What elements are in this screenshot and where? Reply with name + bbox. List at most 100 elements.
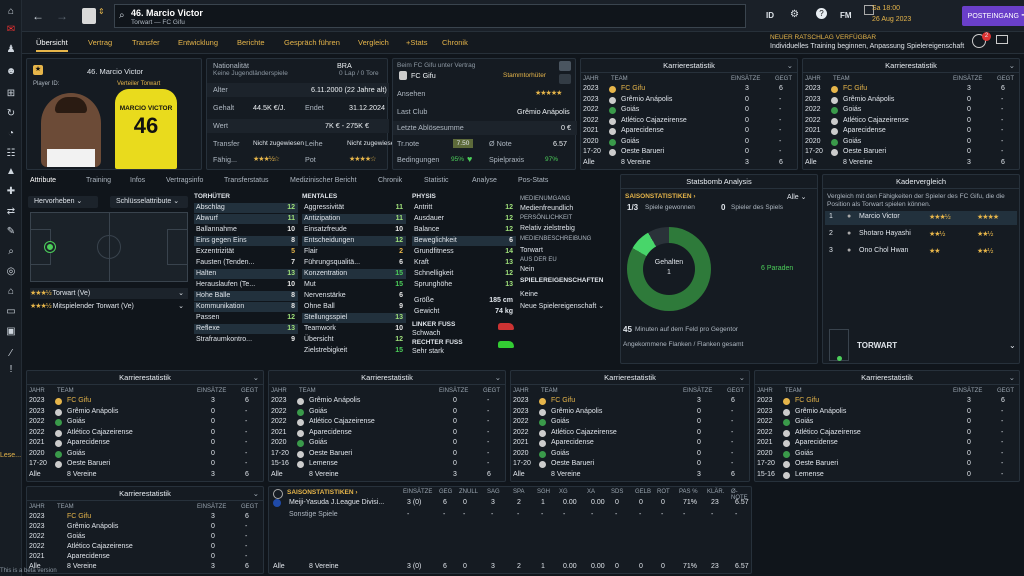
career-team[interactable]: Aparecidense [551, 439, 594, 446]
position-row-2[interactable]: ★★★½ Mitspielender Torwart (Ve) ⌄ [30, 301, 188, 312]
stadium-icon[interactable]: ▭ [5, 306, 17, 318]
season-stats-link[interactable]: SAISONSTATISTIKEN › [625, 193, 696, 200]
nav-talk[interactable]: Gespräch führen [284, 38, 340, 47]
career-team[interactable]: Oeste Barueri [67, 460, 110, 467]
career-team[interactable]: Goiás [843, 138, 861, 145]
career-team[interactable]: Aparecidense [309, 429, 352, 436]
read-link[interactable]: Lese... [0, 452, 21, 459]
squad-player-name[interactable]: Ono Chol Hwan [859, 247, 908, 254]
career-team[interactable]: Atlético Cajazeirense [67, 543, 133, 550]
highlight-dropdown[interactable]: Hervorheben ⌄ [28, 196, 98, 208]
squad-row[interactable]: 2 ● Shotaro Hayashi ★★½ ★★½ [825, 228, 1017, 242]
scouting-icon[interactable]: ▲ [5, 166, 17, 178]
staff-icon[interactable]: ☻ [5, 66, 17, 78]
career-team[interactable]: Aparecidense [795, 439, 838, 446]
forward-arrow-icon[interactable]: → [56, 9, 68, 23]
nav-stats[interactable]: +Stats [406, 38, 427, 47]
help-icon[interactable]: ? [816, 8, 827, 19]
career-team[interactable]: FC Gifu [621, 85, 645, 92]
career-team[interactable]: Atlético Cajazeirense [309, 418, 375, 425]
career-team[interactable]: Grêmio Anápolis [621, 96, 672, 103]
career-team[interactable]: Goiás [621, 138, 639, 145]
statsbomb-filter[interactable]: Alle ⌄ [787, 193, 807, 201]
data-icon[interactable]: ☷ [5, 148, 17, 160]
career-team[interactable]: Goiás [551, 418, 569, 425]
monitor-icon[interactable] [996, 35, 1008, 44]
career-team[interactable]: Aparecidense [67, 439, 110, 446]
home-icon[interactable]: ⌂ [5, 6, 17, 18]
chevron-down-icon[interactable]: ⌄ [1009, 341, 1016, 350]
career-team[interactable]: Atlético Cajazeirense [795, 429, 861, 436]
career-team[interactable]: Lemense [309, 460, 338, 467]
career-stats-header[interactable]: Karrierestatistik ⌄ [269, 371, 505, 385]
tactics-icon[interactable]: ⊞ [5, 88, 17, 100]
search-icon[interactable]: ⌕ [119, 10, 125, 21]
competition-icon[interactable]: ◎ [5, 266, 17, 278]
career-team[interactable]: Grêmio Anápolis [309, 397, 360, 404]
tab-statistic[interactable]: Statistic [424, 177, 449, 184]
advice-text[interactable]: Individuelles Training beginnen, Anpassu… [770, 43, 964, 50]
career-stats-header[interactable]: Karrierestatistik ⌄ [755, 371, 1019, 385]
career-stats-header[interactable]: Karrierestatistik ⌄ [581, 59, 797, 73]
star-favourite-icon[interactable]: ★ [33, 65, 43, 75]
squad-icon[interactable]: ♟ [5, 44, 17, 56]
career-team[interactable]: Goiás [67, 418, 85, 425]
nav-reports[interactable]: Berichte [237, 38, 265, 47]
career-team[interactable]: Goiás [309, 408, 327, 415]
career-team[interactable]: Grêmio Anápolis [551, 408, 602, 415]
career-team[interactable]: Goiás [309, 439, 327, 446]
tab-analysis[interactable]: Analyse [472, 177, 497, 184]
chevron-updown-icon[interactable]: ⇕ [98, 7, 105, 16]
dev-icon[interactable]: ▣ [5, 326, 17, 338]
career-team[interactable]: Grêmio Anápolis [795, 408, 846, 415]
search-icon[interactable]: ⌕ [5, 246, 17, 258]
key-attributes-dropdown[interactable]: Schlüsselattribute ⌄ [110, 196, 188, 208]
career-team[interactable]: Grêmio Anápolis [843, 96, 894, 103]
finance-icon[interactable]: ✎ [5, 226, 17, 238]
continue-button[interactable]: POSTEINGANG ➜ [962, 6, 1024, 26]
tab-transfer-status[interactable]: Transferstatus [224, 177, 268, 184]
squad-row[interactable]: 3 ● Ono Chol Hwan ★★ ★★½ [825, 245, 1017, 259]
alert-icon[interactable]: ! [5, 364, 17, 376]
squad-player-name[interactable]: Shotaro Hayashi [859, 230, 911, 237]
career-team[interactable]: Grêmio Anápolis [67, 408, 118, 415]
inbox-icon[interactable]: ✉ [5, 24, 17, 36]
career-team[interactable]: Goiás [67, 533, 85, 540]
career-team[interactable]: Grêmio Anápolis [67, 523, 118, 530]
nav-overview[interactable]: Übersicht [36, 38, 68, 52]
tab-pos-stats[interactable]: Pos-Stats [518, 177, 548, 184]
career-team[interactable]: Aparecidense [843, 127, 886, 134]
career-team[interactable]: Atlético Cajazeirense [551, 429, 617, 436]
settings-icon[interactable]: ⚙ [790, 9, 799, 20]
tab-contract-info[interactable]: Vertragsinfo [166, 177, 203, 184]
career-team[interactable]: FC Gifu [67, 397, 91, 404]
career-team[interactable]: Goiás [843, 106, 861, 113]
squad-player-name[interactable]: Marcio Victor [859, 213, 900, 220]
schedule-icon[interactable]: ◔ [5, 128, 17, 140]
tab-training[interactable]: Training [86, 177, 111, 184]
transfers-icon[interactable]: ⇄ [5, 206, 17, 218]
career-team[interactable]: 8 Vereine [67, 563, 97, 570]
career-stats-header[interactable]: Karrierestatistik ⌄ [511, 371, 749, 385]
nav-contract[interactable]: Vertrag [88, 38, 112, 47]
id-label[interactable]: ID [766, 11, 774, 20]
career-team[interactable]: FC Gifu [795, 397, 819, 404]
career-team[interactable]: Atlético Cajazeirense [621, 117, 687, 124]
career-team[interactable]: Goiás [621, 106, 639, 113]
last-club-value[interactable]: Grêmio Anápolis [517, 107, 570, 117]
league-name[interactable]: Meiji-Yasuda J.League Divisi... [289, 499, 384, 506]
career-team[interactable]: Goiás [795, 450, 813, 457]
career-team[interactable]: Atlético Cajazeirense [67, 429, 133, 436]
position-row-1[interactable]: ★★★½ Torwart (Ve) ⌄ [30, 288, 188, 299]
career-team[interactable]: Oeste Barueri [621, 148, 664, 155]
tab-attributes[interactable]: Attribute [30, 177, 56, 184]
nav-compare[interactable]: Vergleich [358, 38, 389, 47]
career-team[interactable]: Goiás [67, 450, 85, 457]
career-team[interactable]: Lemense [795, 471, 824, 478]
fm-label[interactable]: FM [840, 11, 852, 20]
tab-info[interactable]: Infos [130, 177, 145, 184]
nav-development[interactable]: Entwicklung [178, 38, 218, 47]
career-team[interactable]: Atlético Cajazeirense [843, 117, 909, 124]
career-stats-header[interactable]: Karrierestatistik ⌄ [27, 371, 263, 385]
career-team[interactable]: Goiás [795, 418, 813, 425]
